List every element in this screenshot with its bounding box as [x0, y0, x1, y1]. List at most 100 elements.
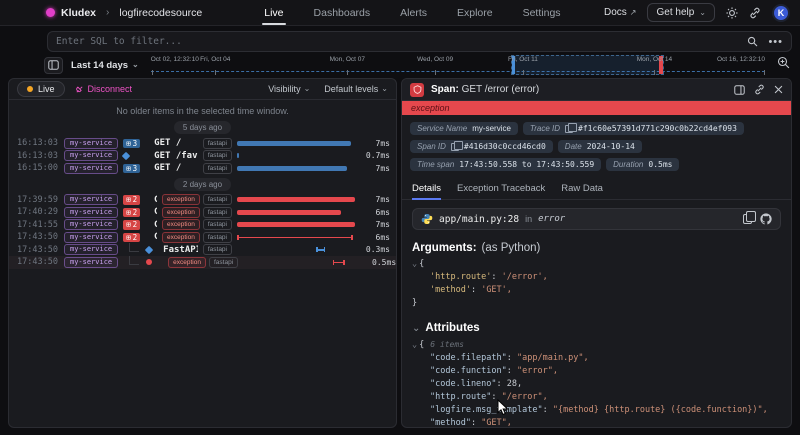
filter-menu-button[interactable]: ••• [768, 36, 783, 48]
fastapi-tag[interactable]: fastapi [203, 244, 232, 255]
org-name[interactable]: Kludex [61, 7, 96, 19]
timeline-tick-mark [764, 70, 765, 75]
timeline-tick-mark [152, 70, 153, 75]
copy-icon[interactable] [451, 143, 459, 151]
sidebar-toggle-button[interactable] [44, 57, 63, 74]
trace-list-panel: Live Disconnect Visibility⌄ Default leve… [8, 78, 397, 428]
meta-badge-duration: Duration0.5ms [606, 158, 679, 171]
copy-icon[interactable] [743, 214, 752, 224]
nav-tab-dashboards[interactable]: Dashboards [312, 1, 373, 24]
exception-tag[interactable]: exception [162, 232, 200, 243]
docs-link[interactable]: Docs↗ [604, 7, 637, 18]
timeline-zoom-button[interactable] [777, 56, 790, 74]
child-count-badge[interactable]: ⊞3 [123, 139, 140, 149]
fastapi-tag[interactable]: fastapi [203, 138, 232, 149]
collapse-caret-icon[interactable]: ⌄ [412, 323, 420, 334]
theme-toggle-button[interactable] [726, 7, 738, 19]
duration-bar [237, 166, 347, 171]
nav-tab-settings[interactable]: Settings [521, 1, 563, 24]
duration-bar-area [237, 195, 355, 204]
span-name[interactable]: GET / [154, 163, 198, 173]
disconnect-button[interactable]: Disconnect [75, 84, 133, 94]
span-name[interactable]: GET /error [154, 220, 157, 230]
exception-tag[interactable]: exception [162, 219, 200, 230]
main-nav: Live Dashboards Alerts Explore Settings [262, 1, 562, 24]
duration-bar-area [237, 245, 355, 254]
github-icon[interactable] [760, 213, 772, 225]
attr-key: "code.lineno" [430, 379, 497, 389]
detail-content[interactable]: app/main.py:28 in error Arguments: (as P… [402, 200, 791, 427]
chevron-down-icon: ⌄ [699, 11, 706, 15]
span-name[interactable]: GET /favicon.ico [154, 151, 198, 161]
copy-icon[interactable] [565, 125, 573, 133]
time-range-dropdown[interactable]: Last 14 days⌄ [71, 60, 139, 71]
nav-tab-live[interactable]: Live [262, 1, 285, 24]
span-name[interactable]: GET / [154, 138, 198, 148]
fastapi-tag[interactable]: fastapi [203, 232, 232, 243]
row-timestamp: 17:43:50 [17, 232, 59, 242]
nav-tab-explore[interactable]: Explore [455, 1, 495, 24]
default-levels-dropdown[interactable]: Default levels⌄ [324, 84, 388, 94]
trace-row[interactable]: 16:15:00my-service⊞3GET /fastapi7ms [9, 162, 396, 175]
child-count-badge[interactable]: ⊞3 [123, 164, 140, 174]
row-duration: 7ms [360, 139, 390, 148]
fastapi-tag[interactable]: fastapi [203, 150, 232, 161]
fastapi-tag[interactable]: fastapi [203, 219, 232, 230]
user-avatar[interactable]: K [772, 4, 790, 22]
get-help-button[interactable]: Get help⌄ [647, 3, 715, 22]
trace-row[interactable]: 17:43:50my-service⊞2GET /errorexceptionf… [9, 231, 396, 244]
fastapi-tag[interactable]: fastapi [203, 163, 232, 174]
child-count-badge[interactable]: ⊞2 [123, 195, 140, 205]
exception-tag[interactable]: exception [168, 257, 206, 268]
close-icon[interactable] [774, 85, 783, 94]
trace-row[interactable]: 16:13:03my-service⊞3GET /fastapi7ms [9, 137, 396, 150]
fastapi-tag[interactable]: fastapi [209, 257, 238, 268]
duration-bar-area [243, 258, 361, 267]
sql-filter-input[interactable] [56, 36, 747, 47]
breadcrumb[interactable]: Kludex › logfirecodesource [46, 7, 202, 19]
row-marker: ⊞2 [123, 195, 149, 205]
link-icon[interactable] [754, 84, 765, 95]
live-toggle-button[interactable]: Live [17, 81, 65, 97]
dock-panel-icon[interactable] [734, 85, 745, 95]
timeline-strip[interactable]: Oct 02, 12:32:10Fri, Oct 04Mon, Oct 07We… [151, 55, 765, 75]
exception-banner: exception [402, 101, 791, 115]
exception-tag[interactable]: exception [162, 194, 200, 205]
row-duration: 6ms [360, 208, 390, 217]
trace-row[interactable]: 17:43:50my-serviceGET /error (error)exce… [9, 256, 396, 269]
share-link-button[interactable] [749, 7, 761, 19]
span-name[interactable]: GET /error [154, 195, 157, 205]
timeline-tick-mark [347, 70, 348, 75]
trace-row[interactable]: 16:13:03my-serviceGET /favicon.icofastap… [9, 150, 396, 163]
nav-tab-alerts[interactable]: Alerts [398, 1, 429, 24]
duration-bar [237, 210, 341, 215]
trace-row[interactable]: 17:41:55my-service⊞2GET /errorexceptionf… [9, 219, 396, 232]
exception-tag[interactable]: exception [162, 207, 200, 218]
row-tags: fastapi [203, 244, 232, 255]
source-file-link[interactable]: app/main.py:28 [439, 214, 519, 225]
tab-exception-traceback[interactable]: Exception Traceback [457, 183, 545, 199]
search-icon[interactable] [747, 36, 758, 47]
child-count-badge[interactable]: ⊞2 [123, 208, 140, 218]
visibility-dropdown[interactable]: Visibility⌄ [268, 84, 310, 94]
span-name[interactable]: GET /error [154, 232, 157, 242]
project-name[interactable]: logfirecodesource [119, 7, 202, 19]
tab-raw-data[interactable]: Raw Data [561, 183, 603, 199]
trace-row[interactable]: 17:40:29my-service⊞2GET /errorexceptionf… [9, 206, 396, 219]
attr-key: "logfire.msg_template" [430, 405, 543, 415]
fastapi-tag[interactable]: fastapi [203, 194, 232, 205]
child-count-badge[interactable]: ⊞2 [123, 233, 140, 243]
timeline-tick-mark [435, 70, 436, 75]
trace-row[interactable]: 17:43:50my-serviceFastAPI argumentsfasta… [9, 244, 396, 257]
span-name[interactable]: GET /error [154, 207, 157, 217]
child-count-badge[interactable]: ⊞2 [123, 220, 140, 230]
attr-key: "code.filepath" [430, 353, 507, 363]
trace-list: No older items in the selected time wind… [9, 100, 396, 427]
live-status-dot [27, 86, 33, 92]
attr-key: "http.route" [430, 392, 491, 402]
trace-row[interactable]: 17:39:59my-service⊞2GET /errorexceptionf… [9, 194, 396, 207]
span-detail-panel: Span: GET /error (error) exception Servi… [401, 78, 792, 428]
span-name[interactable]: FastAPI arguments [163, 245, 198, 255]
tab-details[interactable]: Details [412, 183, 441, 199]
fastapi-tag[interactable]: fastapi [203, 207, 232, 218]
